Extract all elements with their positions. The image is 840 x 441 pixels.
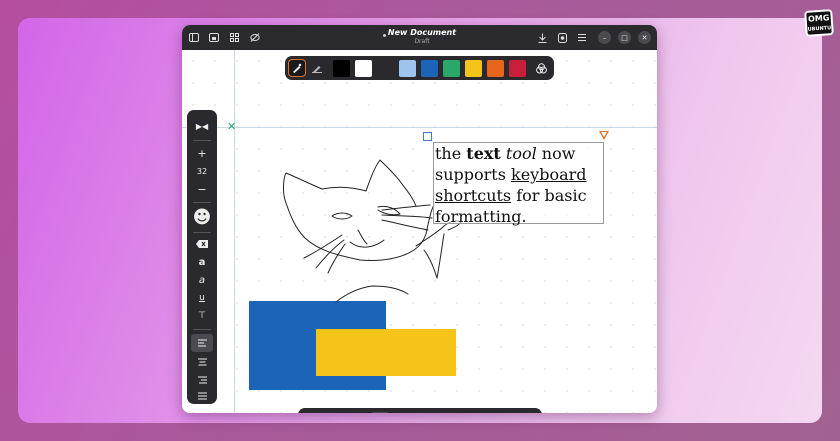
size-value: 32	[196, 166, 208, 176]
minimize-icon: –	[602, 33, 607, 42]
settings-wrench-icon[interactable]	[466, 412, 486, 413]
swatch-orange[interactable]	[487, 60, 504, 77]
download-icon[interactable]	[534, 30, 550, 45]
strikethrough-icon[interactable]: ⊤	[191, 308, 213, 324]
toolbar-separator	[193, 232, 211, 233]
brush-tool-icon[interactable]	[306, 412, 326, 413]
text-run-plain: the	[435, 144, 467, 163]
minimize-button[interactable]: –	[598, 31, 611, 44]
size-increase-button[interactable]: +	[191, 145, 213, 161]
toolbar-separator	[193, 202, 211, 203]
text-tool-icon[interactable]: A	[370, 412, 390, 413]
pen-color-icon[interactable]	[288, 59, 306, 77]
export-icon[interactable]	[554, 30, 570, 45]
backspace-icon[interactable]	[191, 236, 213, 252]
color-palette	[285, 56, 554, 80]
window-subtitle: Draft	[414, 38, 430, 45]
selection-handle-resize[interactable]	[599, 131, 609, 140]
toolbar-separator	[193, 329, 211, 330]
close-button[interactable]: ✕	[638, 31, 651, 44]
maximize-button[interactable]: □	[618, 31, 631, 44]
redo-icon[interactable]: ↷	[516, 412, 536, 413]
omg-ubuntu-logo: OMG UBUNTU	[804, 9, 834, 37]
swatch-light-blue[interactable]	[399, 60, 416, 77]
text-box[interactable]: the text tool now supports keyboard shor…	[433, 142, 604, 226]
title-area: New Document Draft	[362, 27, 482, 46]
app-window: New Document Draft – □ ✕ ✕ the text tool…	[182, 25, 657, 413]
italic-icon[interactable]: a	[191, 272, 213, 288]
close-icon: ✕	[641, 33, 648, 42]
logo-text-top: OMG	[807, 13, 830, 24]
align-justify-icon[interactable]	[191, 388, 213, 404]
titlebar: New Document Draft – □ ✕	[182, 25, 657, 50]
frame-icon[interactable]	[206, 30, 222, 45]
swatch-blue[interactable]	[421, 60, 438, 77]
align-right-icon[interactable]	[191, 372, 213, 388]
grid-icon[interactable]	[226, 30, 242, 45]
maximize-icon: □	[621, 33, 628, 42]
selection-handle-move[interactable]	[423, 132, 432, 141]
drawing-canvas[interactable]: ✕ the text tool now supports keyboard sh…	[182, 50, 657, 413]
swatch-yellow[interactable]	[465, 60, 482, 77]
swatch-black[interactable]	[333, 60, 350, 77]
main-tool-toolbar: A ↶ ↷	[298, 408, 542, 413]
shapes-tool-icon[interactable]	[338, 412, 358, 413]
window-title: New Document	[387, 28, 457, 37]
text-run-bold: text	[466, 144, 501, 163]
swatch-dark-gray[interactable]	[377, 60, 394, 77]
cat-sketch[interactable]	[182, 50, 657, 413]
size-decrease-button[interactable]: −	[191, 181, 213, 197]
align-center-icon[interactable]	[191, 354, 213, 370]
text-format-toolbar: ▶◀ + 32 − ☻ a a u ⊤	[187, 110, 217, 404]
logo-text-bottom: UBUNTU	[807, 25, 832, 33]
align-left-icon[interactable]	[191, 334, 213, 352]
eraser-tool-icon[interactable]	[402, 412, 422, 413]
color-wheel-icon[interactable]	[532, 59, 550, 77]
swatch-green[interactable]	[443, 60, 460, 77]
bold-icon[interactable]: a	[191, 254, 213, 270]
brush-size-icon[interactable]: ▶◀	[191, 118, 213, 134]
underline-icon[interactable]: u	[191, 290, 213, 306]
sidebar-icon[interactable]	[186, 30, 202, 45]
menu-icon[interactable]	[574, 30, 590, 45]
swatch-white[interactable]	[355, 60, 372, 77]
hide-icon[interactable]	[247, 30, 263, 45]
text-run-italic: tool	[505, 144, 537, 163]
emoji-picker-icon[interactable]: ☻	[191, 207, 213, 228]
toolbar-separator	[193, 140, 211, 141]
fill-color-icon[interactable]	[308, 59, 326, 77]
clone-tool-icon[interactable]	[434, 412, 454, 413]
swatch-red[interactable]	[509, 60, 526, 77]
